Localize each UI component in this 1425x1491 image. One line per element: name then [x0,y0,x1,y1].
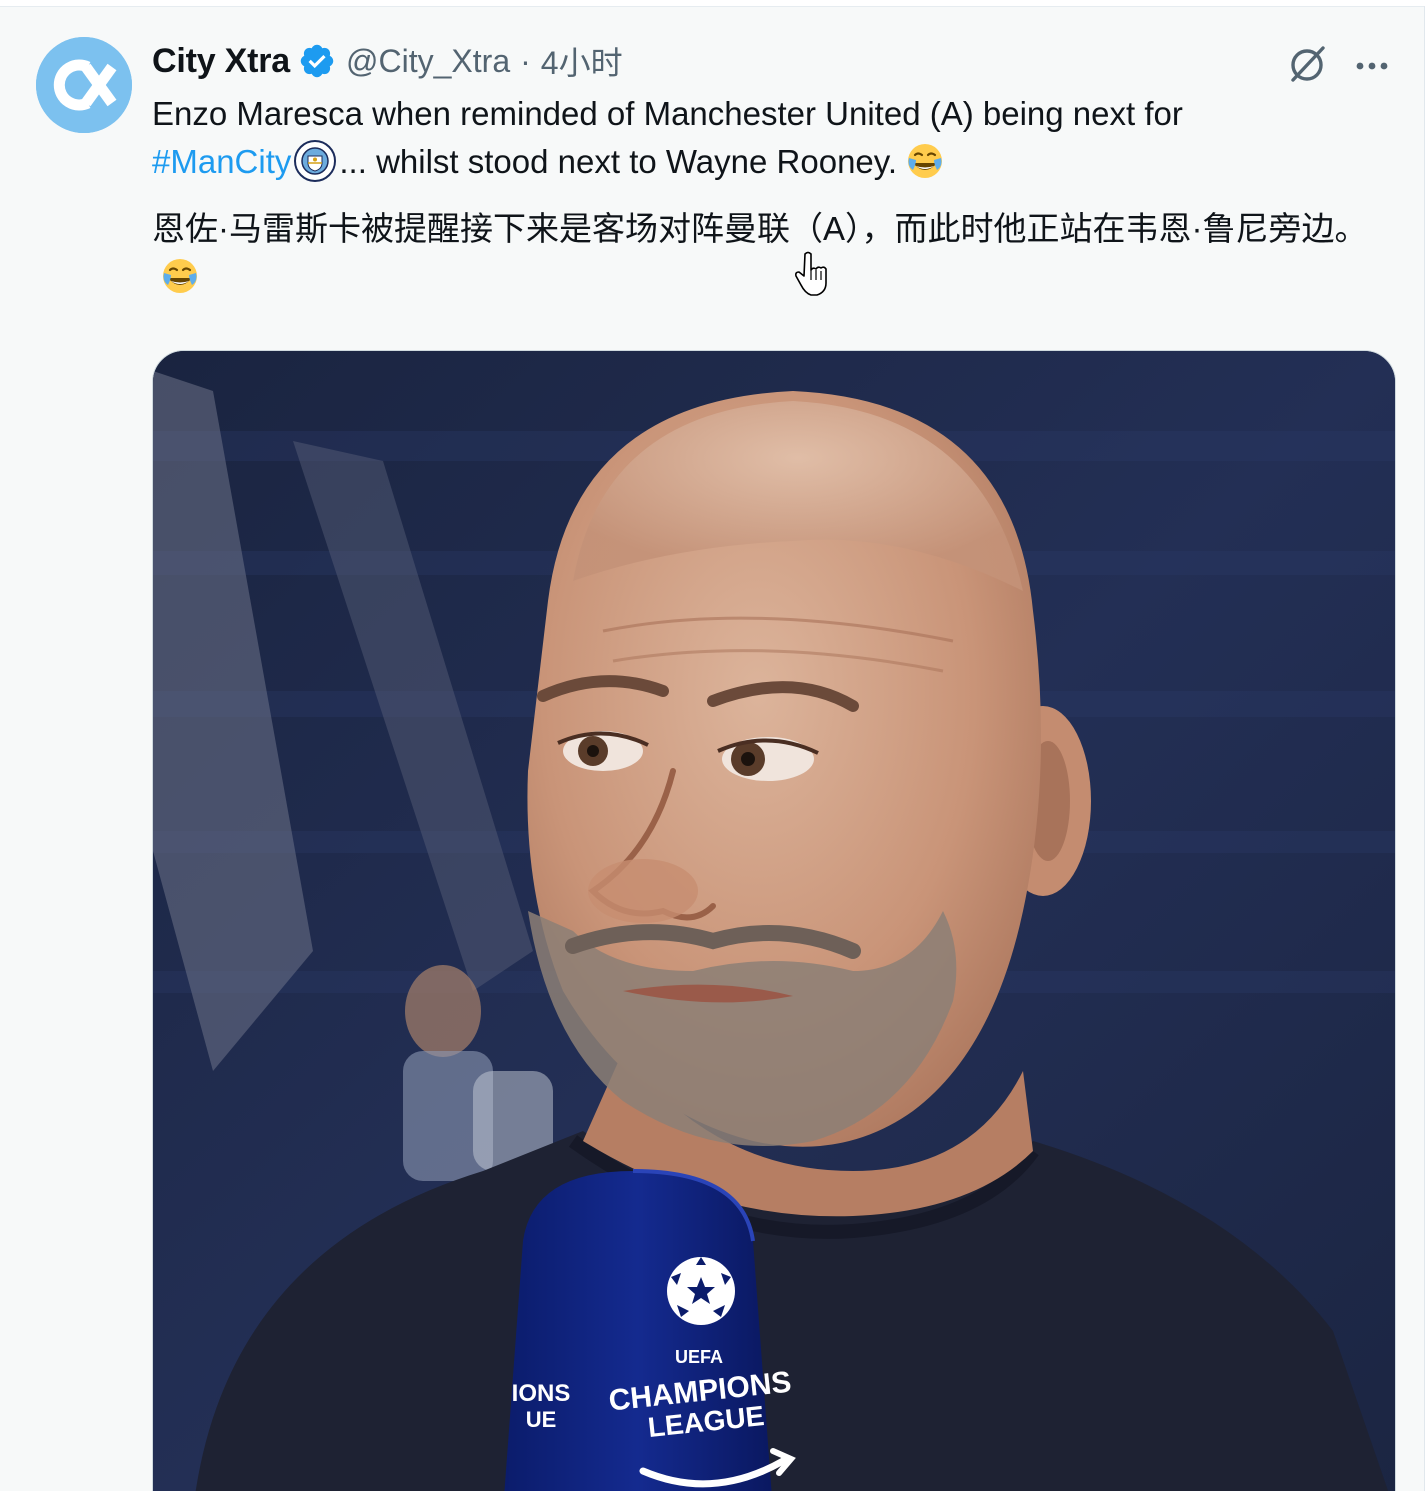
man-city-crest-icon [294,140,337,182]
hashtag-link[interactable]: #ManCity [152,143,291,180]
city-xtra-logo-icon [36,37,132,133]
tweet-media-photo[interactable]: UEFA CHAMPIONS LEAGUE IONS UE [152,350,1396,1491]
more-button[interactable] [1348,40,1396,88]
tweet-text: Enzo Maresca when reminded of Manchester… [152,90,1392,186]
tweet-page: City Xtra @City_Xtra · 4小时 Enzo Maresca … [0,0,1425,1491]
grok-button[interactable] [1284,40,1332,88]
tweet-text-line1: Enzo Maresca when reminded of Manchester… [152,95,1183,132]
face-with-tears-of-joy-icon [163,259,197,293]
top-divider [0,0,1425,7]
separator-dot: · [520,42,531,79]
more-icon [1356,62,1388,70]
uefa-label: UEFA [675,1347,723,1367]
avatar[interactable] [36,37,132,133]
starball-icon [667,1257,735,1325]
mic-side-text-2: UE [526,1407,557,1432]
verified-badge-icon[interactable] [298,42,336,80]
hand-cursor-icon [795,251,827,296]
photo-illustration: UEFA CHAMPIONS LEAGUE IONS UE [153,351,1395,1491]
author-handle[interactable]: @City_Xtra [346,43,510,80]
grok-icon [1291,46,1325,82]
tweet-translation: 恩佐·马雷斯卡被提醒接下来是客场对阵曼联（A），而此时他正站在韦恩·鲁尼旁边。 [152,205,1392,301]
mic-side-text-1: IONS [512,1380,571,1407]
tweet-text-line2: ... whilst stood next to Wayne Rooney. [339,143,897,180]
tweet-header: City Xtra @City_Xtra · 4小时 [152,38,623,84]
display-name[interactable]: City Xtra [152,42,290,81]
tweet-time[interactable]: 4小时 [541,38,623,84]
face-with-tears-of-joy-icon [908,144,942,178]
translation-text: 恩佐·马雷斯卡被提醒接下来是客场对阵曼联（A），而此时他正站在韦恩·鲁尼旁边。 [152,210,1368,247]
